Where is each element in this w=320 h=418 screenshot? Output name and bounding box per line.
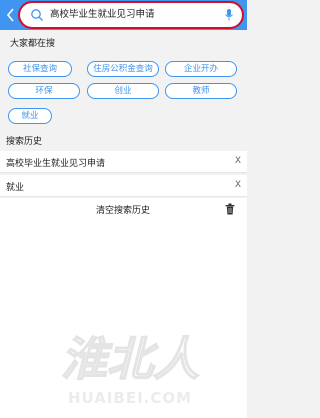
history-item-text[interactable]: 就业	[6, 180, 24, 193]
empty-content-area: 淮北人 HUAIBEI.COM	[0, 220, 247, 418]
tag-teacher[interactable]: 教师	[165, 83, 237, 99]
site-watermark: 淮北人 HUAIBEI.COM	[60, 331, 200, 407]
search-query[interactable]: 高校毕业生就业见习申请	[50, 8, 155, 22]
tag-environment[interactable]: 环保	[8, 83, 80, 99]
search-history-title: 搜索历史	[6, 137, 43, 147]
tag-entrepreneurship[interactable]: 创业	[87, 83, 159, 99]
history-item[interactable]: 高校毕业生就业见习申请 X	[0, 151, 247, 173]
tag-employment[interactable]: 就业	[8, 108, 52, 124]
popular-searches-section: 大家都在搜 社保查询 住房公积金查询 企业开办 环保 创业 教师 就业	[0, 30, 247, 130]
microphone-icon[interactable]	[224, 8, 234, 22]
chevron-left-icon	[6, 8, 14, 22]
history-item-text[interactable]: 高校毕业生就业见习申请	[6, 156, 105, 169]
delete-history-button[interactable]: X	[235, 156, 241, 166]
delete-history-button[interactable]: X	[235, 180, 241, 190]
clear-history-label[interactable]: 清空搜索历史	[96, 203, 150, 216]
svg-text:HUAIBEI.COM: HUAIBEI.COM	[68, 389, 192, 407]
search-input[interactable]: 高校毕业生就业见习申请	[18, 1, 244, 29]
tag-housing-fund[interactable]: 住房公积金查询	[87, 61, 159, 77]
svg-text:淮北人: 淮北人	[61, 332, 199, 386]
search-icon	[31, 9, 43, 21]
clear-history-button[interactable]: 清空搜索历史	[0, 198, 247, 220]
tag-social-security[interactable]: 社保查询	[8, 61, 72, 77]
trash-icon[interactable]	[225, 203, 235, 215]
search-header: 高校毕业生就业见习申请	[0, 0, 247, 30]
tag-business-setup[interactable]: 企业开办	[165, 61, 237, 77]
popular-searches-title: 大家都在搜	[10, 39, 56, 49]
history-item[interactable]: 就业 X	[0, 175, 247, 197]
back-button[interactable]	[2, 5, 18, 25]
